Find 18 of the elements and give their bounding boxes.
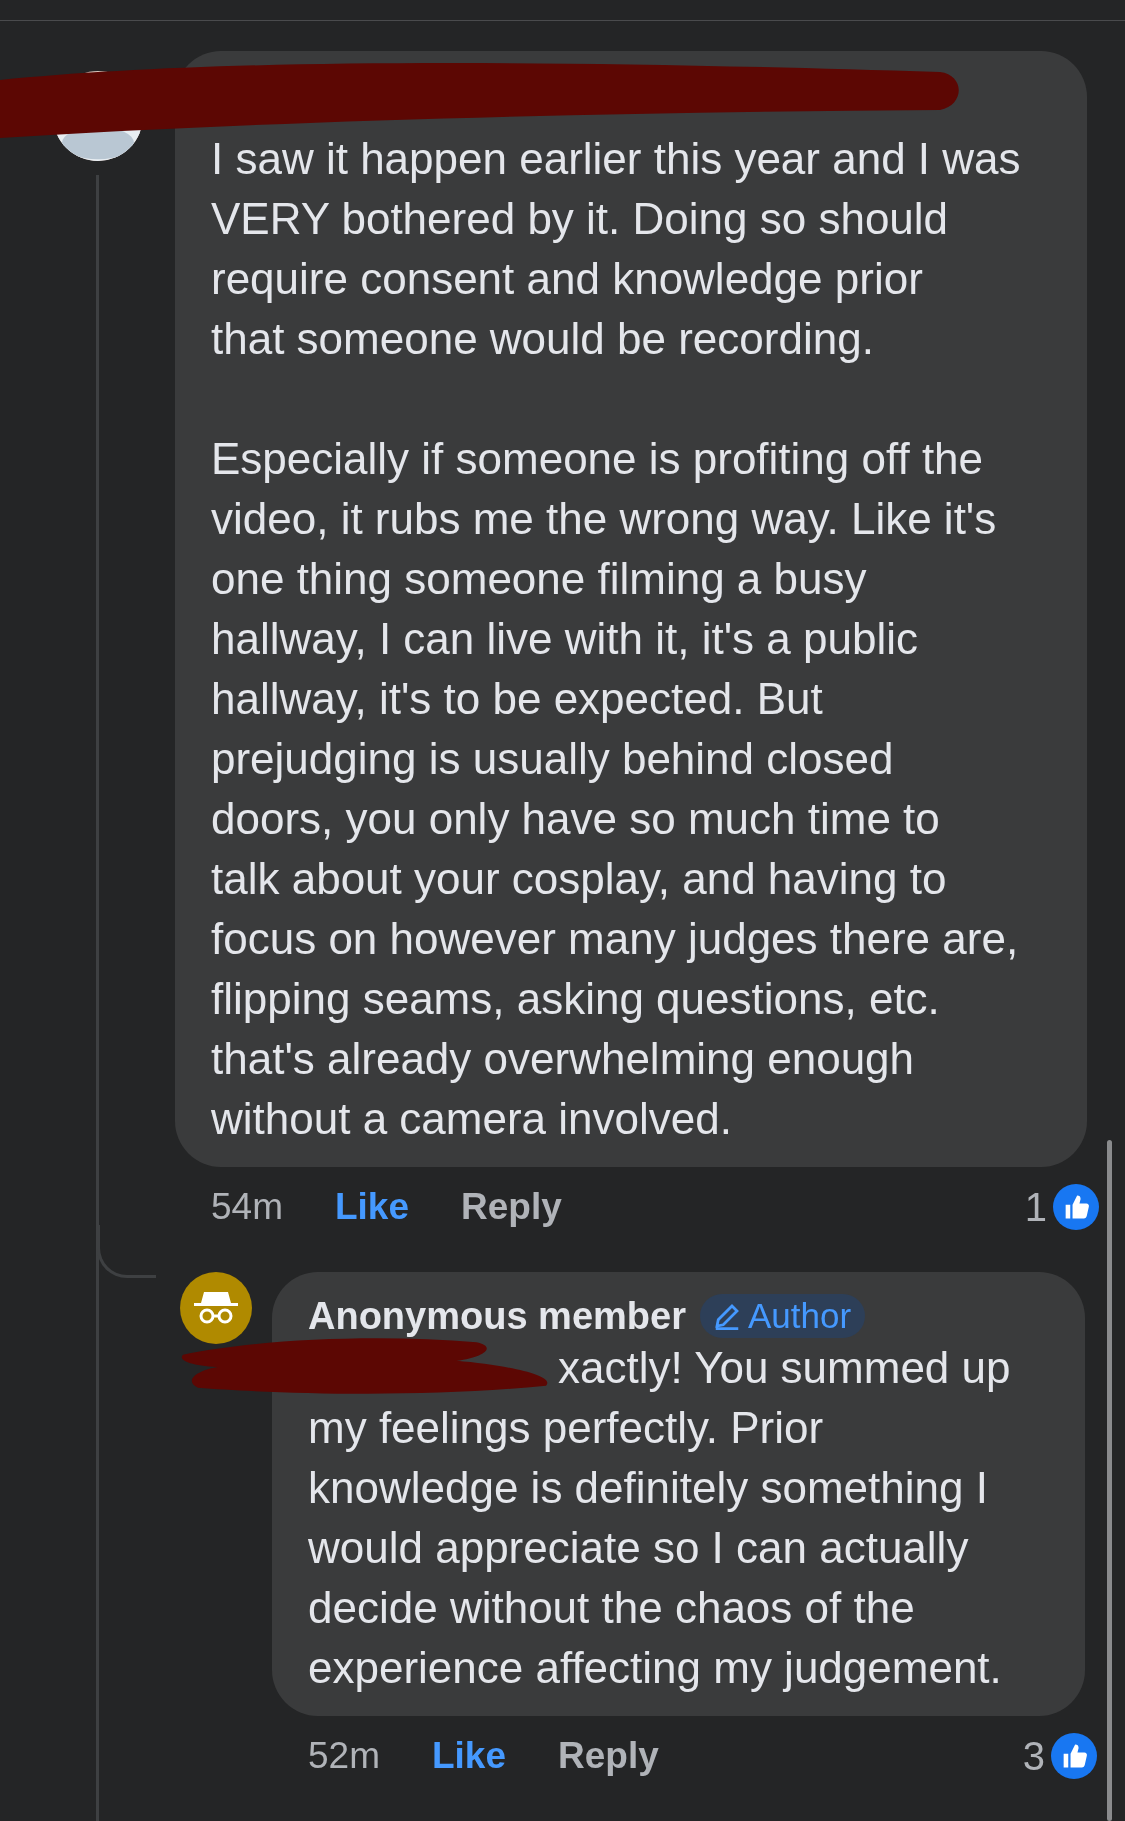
comment-text: I saw it happen earlier this year and I was VERY bothered by it. Doing so should require consent and knowledge prior that someone would be recording.: [211, 133, 1022, 365]
author-name[interactable]: Anonymous member: [308, 1294, 686, 1338]
thread-connector: [97, 1225, 156, 1278]
comment-text: xactly! You summed up: [558, 1342, 1011, 1394]
reply-link[interactable]: Reply: [558, 1735, 659, 1777]
timestamp: 52m: [308, 1735, 380, 1777]
reaction-count: 1: [1024, 1184, 1047, 1230]
reply-link[interactable]: Reply: [461, 1186, 562, 1228]
reaction-count: 3: [1022, 1733, 1045, 1779]
author-badge: Author: [699, 1294, 866, 1338]
like-link[interactable]: Like: [335, 1186, 410, 1228]
like-reaction-icon: [1053, 1184, 1099, 1230]
like-reaction-icon: [1051, 1733, 1097, 1779]
anonymous-avatar-icon: [180, 1272, 252, 1344]
like-link[interactable]: Like: [432, 1735, 507, 1777]
comment-text: my feelings perfectly. Prior knowledge is definitely something I would appreciate so I can actually decide without the chaos of the experience affecting my judgement.: [308, 1402, 1003, 1694]
timestamp: 54m: [211, 1186, 283, 1228]
comment-text: Especially if someone is profiting off the video, it rubs me the wrong way. Like it's one thing someone filming a busy hallway, I can live with it, it's a public hallway, it's to be expected. But prejudging is usually behind closed doors, you only have so much time to talk about your cosplay, and having to focus on however many judges there are, flipping seams, asking questions, etc. that's already overwhelming enough without a camera involved.: [211, 433, 1020, 1145]
